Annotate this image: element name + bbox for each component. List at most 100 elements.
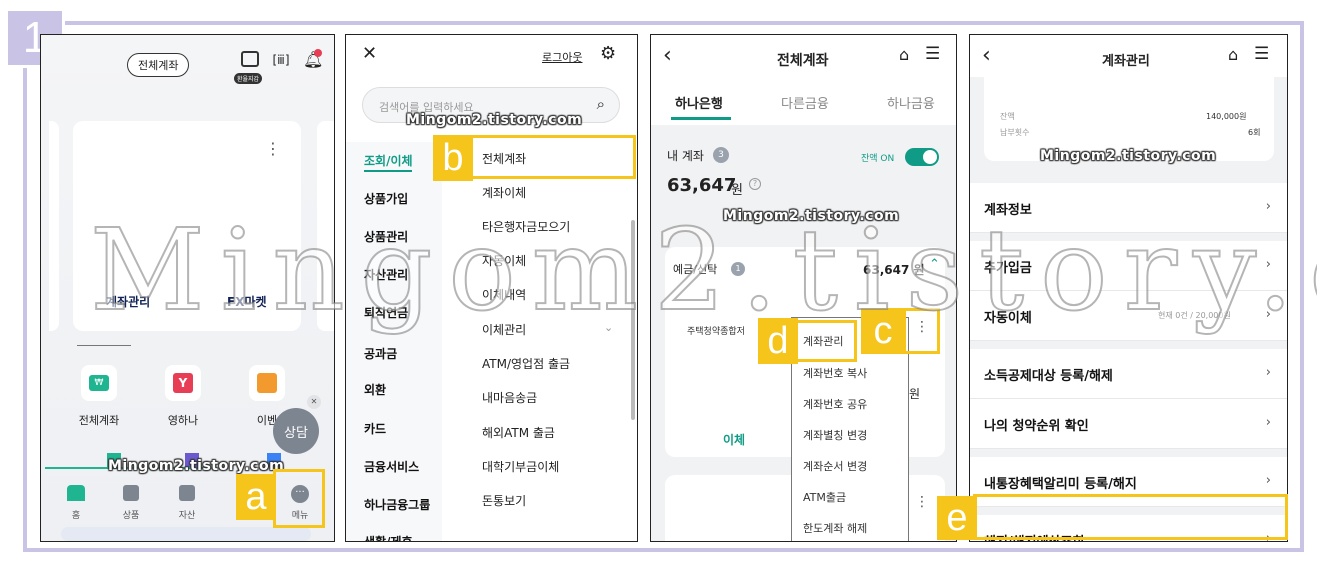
notification-dot [314,49,322,57]
tab-hana-finance[interactable]: 하나금융 [887,93,935,112]
category-product-join[interactable]: 상품가입 [364,190,408,207]
summary-count-label: 납부횟수 [1000,128,1030,137]
more-vertical-icon[interactable]: ⋮ [915,494,929,510]
menu-rename-account[interactable]: 계좌별칭 변경 [803,427,867,443]
scrollbar[interactable] [631,220,635,420]
page-title: 전체계좌 [777,53,829,69]
hamburger-icon[interactable]: ☰ [1254,44,1269,64]
home-icon[interactable]: ⌂ [899,45,909,64]
submenu-other-bank-gather[interactable]: 타은행자금모으기 [482,218,570,235]
highlight-d-box [795,320,857,362]
quick-all-accounts[interactable]: ₩ [81,365,117,401]
tab-hana-bank[interactable]: 하나은행 [675,93,723,112]
close-icon[interactable]: ✕ [362,43,377,64]
total-currency: 원 [731,183,743,198]
row-label: 내통장혜택알리미 등록/해지 [984,477,1137,492]
transfer-button[interactable]: 이체 [723,431,745,448]
category-hana-group[interactable]: 하나금융그룹 [364,496,430,513]
category-inquiry-transfer[interactable]: 조회/이체 [364,152,413,169]
tab-other-finance[interactable]: 다른금융 [781,93,829,112]
prev-card-edge [49,121,59,331]
section-divider [970,341,1287,349]
back-icon[interactable]: ‹ [982,43,991,68]
submenu-transfer-history[interactable]: 이체내역 [482,286,526,303]
row-account-info[interactable]: 계좌정보 › [970,183,1287,233]
submenu-univ-donation[interactable]: 대학기부금이체 [482,458,559,475]
quick-young-hana[interactable]: Y [165,365,201,401]
card-link-account-mgmt[interactable]: 계좌관리 [106,293,150,310]
menu-atm-withdraw[interactable]: ATM출금 [803,489,846,505]
my-account-label: 내 계좌 [667,149,704,163]
account-mgmt-panel: ‹ 계좌관리 ⌂ ☰ 잔액 140,000원 납부횟수 6회 계좌정보 › 추가… [969,34,1288,542]
watermark-text: Mingom2.tistory.com [723,208,900,224]
gear-icon[interactable]: ⚙︎ [600,43,616,64]
next-card-edge [317,121,334,331]
row-auto-transfer[interactable]: 자동이체 현재 0건 / 20,000원 › [970,291,1287,341]
watermark-text: Mingom2.tistory.com [108,458,285,474]
nav-product[interactable]: 상품 [111,508,151,521]
submenu-overseas-atm[interactable]: 해외ATM 출금 [482,424,555,441]
menu-limit-release[interactable]: 한도계좌 해제 [803,520,867,536]
nav-asset[interactable]: 자산 [167,508,207,521]
row-label: 나의 청약순위 확인 [984,419,1089,434]
category-card[interactable]: 카드 [364,420,386,437]
menu-reorder-account[interactable]: 계좌순서 변경 [803,458,867,474]
category-finance-service[interactable]: 금융서비스 [364,458,419,475]
category-retirement[interactable]: 퇴직연금 [364,304,408,321]
chevron-right-icon: › [1265,199,1271,214]
category-product-mgmt[interactable]: 상품관리 [364,228,408,245]
all-accounts-pill[interactable]: 전체계좌 [127,53,190,77]
asset-icon[interactable] [179,485,195,501]
help-icon[interactable]: ? [749,178,761,190]
highlight-e-box [973,494,1288,540]
highlight-b-label: b [433,135,473,181]
highlight-a-box [273,469,325,528]
logout-link[interactable]: 로그아웃 [542,49,582,65]
won-icon: ₩ [89,375,109,391]
close-consult-icon[interactable]: ✕ [307,395,321,409]
row-label: 소득공제대상 등록/해제 [984,369,1113,384]
home-icon[interactable] [67,485,85,501]
submenu-money-box[interactable]: 돈통보기 [482,492,526,509]
home-icon[interactable]: ⌂ [1228,45,1238,64]
category-utility[interactable]: 공과금 [364,345,397,362]
product-icon[interactable] [123,485,139,501]
more-vertical-icon[interactable]: ⋮ [915,319,929,335]
submenu-atm-withdraw[interactable]: ATM/영업점 출금 [482,355,570,372]
chevron-right-icon: › [1265,473,1271,488]
menu-copy-account[interactable]: 계좌번호 복사 [803,365,867,381]
chevron-down-icon[interactable]: ⌄ [604,321,613,334]
category-asset-mgmt[interactable]: 자산관리 [364,266,408,283]
nav-home[interactable]: 홈 [56,508,96,521]
y-logo-icon: Y [173,373,193,393]
submenu-transfer-mgmt[interactable]: 이체관리 [482,321,526,338]
back-icon[interactable]: ‹ [663,43,672,68]
hamburger-icon[interactable]: ☰ [925,44,940,64]
chevron-right-icon: › [1265,257,1271,272]
category-life[interactable]: 생활/제휴 [364,533,413,541]
row-additional-deposit[interactable]: 추가입금 › [970,241,1287,291]
menu-share-account[interactable]: 계좌번호 공유 [803,396,867,412]
submenu-heart-remit[interactable]: 내마음송금 [482,389,537,406]
more-vertical-icon[interactable]: ⋮ [265,139,281,158]
highlight-b-box [469,135,636,179]
balance-toggle[interactable] [905,148,939,166]
qr-scan-icon[interactable]: [ⅲ] [271,51,291,69]
quick-label-young-hana: 영하나 [167,414,199,427]
submenu-auto-transfer[interactable]: 자동이체 [482,252,526,269]
watermark-text: Mingom2.tistory.com [1040,148,1217,164]
deposit-amount: 63,647 원 [863,263,925,277]
card-link-fx-market[interactable]: FX마켓 [227,293,267,310]
row-tax-deduction[interactable]: 소득공제대상 등록/해제 › [970,349,1287,399]
search-icon[interactable]: ⌕ [597,95,605,113]
wallet-icon[interactable] [241,51,259,67]
row-subscription-rank[interactable]: 나의 청약순위 확인 › [970,399,1287,449]
chevron-up-icon[interactable]: ⌃ [929,257,940,272]
quick-event[interactable] [249,365,285,401]
summary-count-value: 6회 [1248,128,1261,137]
consult-button[interactable]: 상담 [273,408,319,454]
category-fx[interactable]: 외환 [364,381,386,398]
quick-label-all-accounts: 전체계좌 [78,414,120,427]
wallet-badge: 환율지갑 [234,73,263,84]
submenu-account-transfer[interactable]: 계좌이체 [482,184,526,201]
